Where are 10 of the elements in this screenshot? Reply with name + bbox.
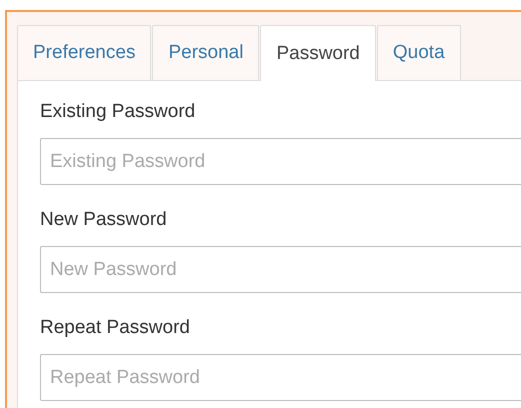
tab[interactable]: Personal bbox=[152, 25, 260, 80]
password-field[interactable]: Existing Password bbox=[40, 138, 521, 185]
tab[interactable]: Quota bbox=[376, 25, 461, 80]
field-label: Existing Password bbox=[40, 101, 196, 123]
password-field[interactable]: New Password bbox=[40, 246, 521, 293]
tab[interactable]: Preferences bbox=[17, 25, 152, 80]
password-field[interactable]: Repeat Password bbox=[40, 354, 521, 401]
field-label: Repeat Password bbox=[40, 317, 190, 339]
tab[interactable]: Password bbox=[260, 25, 376, 81]
field-label: New Password bbox=[40, 209, 167, 231]
